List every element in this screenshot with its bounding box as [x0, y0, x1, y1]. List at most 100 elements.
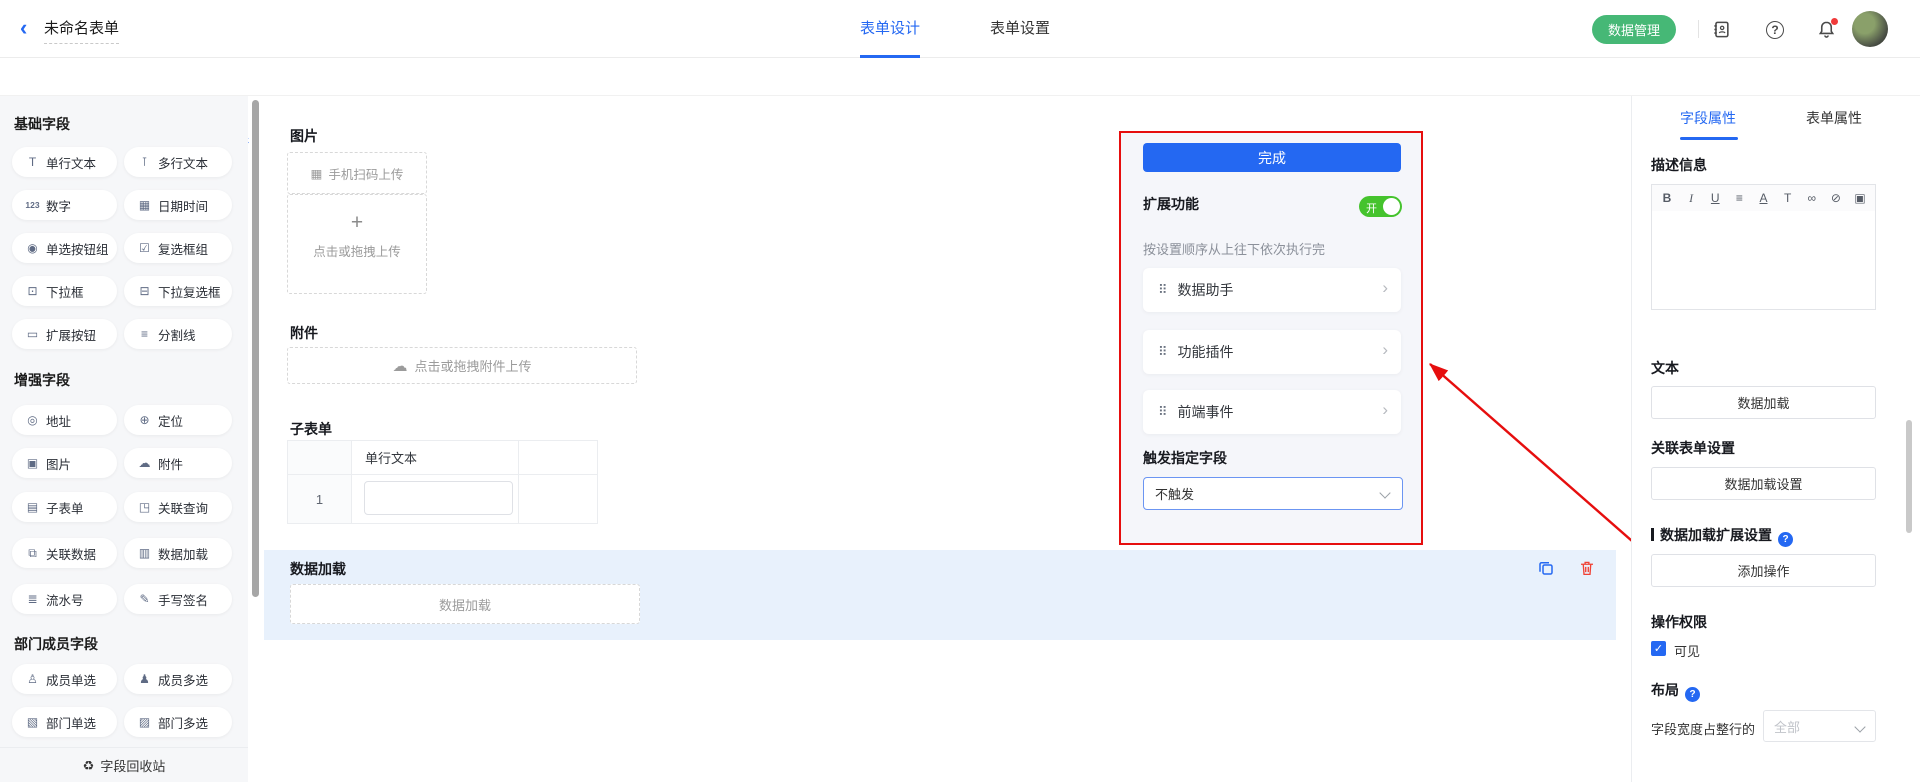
- avatar[interactable]: [1852, 11, 1888, 47]
- field-item-divider[interactable]: ≡分割线: [124, 319, 232, 349]
- field-width-select[interactable]: 全部: [1763, 710, 1876, 742]
- relation-section-label: 关联表单设置: [1651, 438, 1735, 458]
- dataload-field-input[interactable]: 数据加载: [290, 584, 640, 624]
- field-item-checkbox-group[interactable]: ☑复选框组: [124, 233, 232, 263]
- field-item-dept-multi[interactable]: ▨部门多选: [124, 707, 232, 737]
- field-item-label: 地址: [46, 411, 71, 430]
- address-book-icon[interactable]: [1712, 20, 1732, 40]
- field-item-label: 手写签名: [158, 590, 208, 609]
- field-item-label: 数字: [46, 196, 71, 215]
- field-item-relation-data[interactable]: ⧉关联数据: [12, 538, 117, 568]
- data-manage-button[interactable]: 数据管理: [1592, 15, 1676, 44]
- help-icon[interactable]: ?: [1766, 21, 1784, 39]
- field-item-extend-button[interactable]: ▭ 扩展按钮: [12, 319, 117, 349]
- insert-image-icon[interactable]: ▣: [1852, 191, 1868, 205]
- field-item-label: 扩展按钮: [46, 325, 96, 344]
- font-size-icon[interactable]: T: [1780, 191, 1796, 205]
- form-designer-app: ‹ 未命名表单 表单设计 表单设置 数据管理 ? ∞ 表单链接 ⊞ 后端脚本 ▥…: [0, 0, 1920, 782]
- qr-upload-button[interactable]: ▦ 手机扫码上传: [287, 152, 427, 194]
- field-item-signature[interactable]: ✎手写签名: [124, 584, 232, 614]
- extension-toggle[interactable]: 开: [1359, 196, 1402, 217]
- trigger-field-select[interactable]: 不触发: [1143, 477, 1403, 510]
- field-item-image[interactable]: ▣图片: [12, 448, 117, 478]
- field-item-label: 多行文本: [158, 153, 208, 172]
- field-item-member-multi[interactable]: ♟成员多选: [124, 664, 232, 694]
- field-item-relation-query[interactable]: ◳关联查询: [124, 492, 232, 522]
- underline-icon[interactable]: U: [1707, 191, 1723, 205]
- field-item-label: 单行文本: [46, 153, 96, 172]
- notification-badge: [1831, 18, 1838, 25]
- field-item-address[interactable]: ◎地址: [12, 405, 117, 435]
- field-item-select[interactable]: ⊡下拉框: [12, 276, 117, 306]
- drag-handle-icon[interactable]: ⠿: [1158, 404, 1168, 420]
- tab-form-design[interactable]: 表单设计: [860, 0, 920, 58]
- layout-section-label: 布局?: [1651, 680, 1700, 702]
- chevron-right-icon: ›: [1382, 278, 1388, 298]
- add-operation-button[interactable]: 添加操作: [1651, 554, 1876, 587]
- visible-checkbox[interactable]: ✓: [1651, 641, 1666, 656]
- drag-handle-icon[interactable]: ⠿: [1158, 282, 1168, 298]
- dataload-settings-button[interactable]: 数据加载设置: [1651, 467, 1876, 500]
- field-palette-sidebar: 基础字段 T单行文本⊺多行文本123数字▦日期时间◉单选按钮组☑复选框组⊡下拉框⊟…: [0, 96, 248, 782]
- field-item-radio-group[interactable]: ◉单选按钮组: [12, 233, 117, 263]
- drag-handle-icon[interactable]: ⠿: [1158, 344, 1168, 360]
- subform-text-input[interactable]: [364, 481, 513, 515]
- notification-bell-icon[interactable]: [1817, 20, 1837, 40]
- attachment-upload-dropzone[interactable]: ☁ 点击或拖拽附件上传: [287, 347, 637, 384]
- font-color-icon[interactable]: A: [1756, 191, 1772, 205]
- extend-button-icon: ▭: [25, 327, 40, 341]
- subform-field-label: 子表单: [290, 419, 332, 439]
- active-tab-underline: [1680, 137, 1738, 140]
- tab-form-settings[interactable]: 表单设置: [990, 0, 1050, 55]
- qr-code-icon: ▦: [311, 166, 323, 181]
- canvas-left-scrollbar[interactable]: [252, 100, 259, 597]
- field-recycle-bin[interactable]: ♻ 字段回收站: [0, 747, 248, 782]
- copy-field-icon[interactable]: [1537, 559, 1555, 582]
- datetime-icon: ▦: [137, 198, 152, 212]
- recycle-label: 字段回收站: [100, 756, 165, 775]
- field-item-datetime[interactable]: ▦日期时间: [124, 190, 232, 220]
- sidebar-group-title: 基础字段: [14, 114, 70, 134]
- field-item-multi-select[interactable]: ⊟下拉复选框: [124, 276, 232, 306]
- align-icon[interactable]: ≡: [1731, 191, 1747, 205]
- ext-item-frontend-event[interactable]: ⠿前端事件›: [1143, 390, 1401, 434]
- form-title[interactable]: 未命名表单: [44, 17, 119, 44]
- description-textarea[interactable]: [1651, 211, 1876, 310]
- toggle-knob: [1383, 198, 1400, 215]
- back-icon[interactable]: ‹: [20, 14, 27, 42]
- image-upload-dropzone[interactable]: + 点击或拖拽上传: [287, 194, 427, 294]
- help-circle-icon[interactable]: ?: [1778, 532, 1793, 547]
- italic-icon[interactable]: I: [1683, 191, 1699, 206]
- done-button[interactable]: 完成: [1143, 143, 1401, 172]
- field-item-data-load[interactable]: ▥数据加载: [124, 538, 232, 568]
- ext-item-label: 功能插件: [1178, 342, 1234, 362]
- field-item-locate[interactable]: ⊕定位: [124, 405, 232, 435]
- text-section-label: 文本: [1651, 358, 1679, 378]
- field-item-subform[interactable]: ▤子表单: [12, 492, 117, 522]
- chevron-down-icon: [1854, 721, 1865, 732]
- layout-help-icon[interactable]: ?: [1685, 687, 1700, 702]
- chevron-right-icon: ›: [1382, 400, 1388, 420]
- link-icon[interactable]: ∞: [1804, 191, 1820, 205]
- field-item-number[interactable]: 123数字: [12, 190, 117, 220]
- field-item-dept-single[interactable]: ▧部门单选: [12, 707, 117, 737]
- field-item-member-single[interactable]: ♙成员单选: [12, 664, 117, 694]
- tab-field-props[interactable]: 字段属性: [1680, 108, 1736, 128]
- bold-icon[interactable]: B: [1659, 191, 1675, 205]
- unlink-icon[interactable]: ⊘: [1828, 191, 1844, 205]
- field-item-serial-number[interactable]: ≣流水号: [12, 584, 117, 614]
- visible-checkbox-label: 可见: [1674, 641, 1700, 660]
- tab-form-props[interactable]: 表单属性: [1806, 108, 1862, 128]
- field-item-label: 附件: [158, 454, 183, 473]
- cloud-upload-icon: ☁: [392, 357, 407, 375]
- inspector-scrollbar[interactable]: [1906, 420, 1912, 533]
- field-item-attachment[interactable]: ☁附件: [124, 448, 232, 478]
- field-item-multi-line-text[interactable]: ⊺多行文本: [124, 147, 232, 177]
- field-item-single-line-text[interactable]: T单行文本: [12, 147, 117, 177]
- delete-field-icon[interactable]: [1578, 559, 1596, 582]
- ext-item-data-assistant[interactable]: ⠿数据助手›: [1143, 268, 1401, 312]
- dataload-field-label: 数据加载: [290, 559, 346, 579]
- ext-item-plugin[interactable]: ⠿功能插件›: [1143, 330, 1401, 374]
- recycle-icon: ♻: [83, 758, 95, 774]
- field-title-input[interactable]: 数据加载: [1651, 386, 1876, 419]
